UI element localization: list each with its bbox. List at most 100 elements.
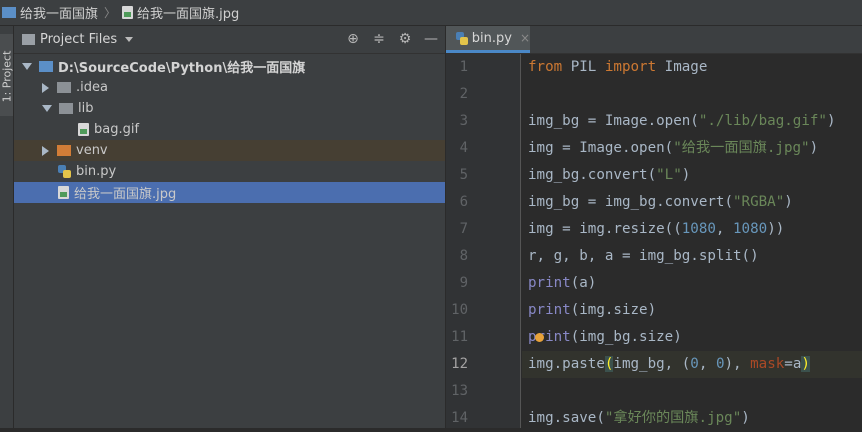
project-files-icon — [22, 34, 35, 45]
tree-row-label: bag.gif — [94, 122, 140, 137]
tree-row[interactable]: venv — [14, 140, 445, 161]
line-number: 13 — [451, 383, 468, 399]
code-token: "./lib/bag.gif" — [698, 113, 827, 129]
line-number: 8 — [459, 248, 468, 264]
minimize-icon[interactable]: — — [423, 31, 439, 47]
line-number: 9 — [459, 275, 468, 291]
line-number-gutter: 1 2 3 4 5 6 7 8 9 10 11 12 13 14 — [446, 54, 521, 428]
code-token: r, g, b, a = img_bg.split() — [528, 248, 759, 264]
tree-row-label: lib — [78, 101, 94, 116]
gear-icon[interactable]: ⚙ — [397, 31, 413, 47]
code-token: ) — [741, 410, 750, 426]
collapse-icon[interactable]: ≑ — [371, 31, 387, 47]
target-icon[interactable]: ⊕ — [345, 31, 361, 47]
code-line[interactable]: img = img.resize((1080, 1080)) — [528, 216, 784, 243]
project-tool-tab[interactable]: 1: Project — [0, 34, 14, 116]
code-line[interactable]: img_bg = img_bg.convert("RGBA") — [528, 189, 793, 216]
line-number: 6 — [459, 194, 468, 210]
chevron-down-icon[interactable] — [42, 105, 52, 112]
chevron-down-icon[interactable] — [22, 63, 32, 70]
code-token: , — [715, 221, 734, 237]
code-line[interactable]: print(a) — [528, 270, 596, 297]
tab-bin-py[interactable]: bin.py × — [446, 26, 530, 53]
chevron-down-icon[interactable] — [125, 37, 134, 42]
code-token: img_bg.convert( — [528, 167, 657, 183]
code-line[interactable]: img = Image.open("给我一面国旗.jpg") — [528, 135, 818, 162]
code-token: ), — [724, 356, 751, 372]
tree-row-label: .idea — [76, 80, 108, 95]
tree-row-label: bin.py — [76, 164, 117, 179]
code-line[interactable]: print(img.size) — [528, 297, 656, 324]
tree-row[interactable]: .idea — [14, 77, 445, 98]
navigation-bar: 给我一面国旗 〉 给我一面国旗.jpg — [0, 0, 862, 26]
image-file-icon — [122, 6, 134, 19]
code-token: "给我一面国旗.jpg" — [673, 140, 810, 156]
tree-row[interactable]: bag.gif — [14, 119, 445, 140]
code-token: 0 — [690, 356, 699, 372]
code-token: print — [528, 302, 571, 318]
tree-row-label: D:\SourceCode\Python\给我一面国旗 — [58, 61, 306, 76]
code-line[interactable]: img.save("拿好你的国旗.jpg") — [528, 405, 750, 428]
tree-row[interactable]: lib — [14, 98, 445, 119]
image-file-icon — [78, 123, 89, 136]
line-number: 10 — [451, 302, 468, 318]
code-token: ) — [826, 113, 836, 129]
breadcrumb-separator: 〉 — [104, 6, 117, 20]
code-area[interactable]: from PIL import Image img_bg = Image.open… — [522, 54, 862, 428]
tool-window-strip: 1: Project — [0, 26, 14, 428]
python-file-icon — [58, 165, 71, 178]
breadcrumb-project-label: 给我一面国旗 — [20, 7, 99, 22]
tree-row[interactable]: 给我一面国旗.jpg — [14, 182, 445, 203]
project-view-selector[interactable]: Project Files — [40, 32, 117, 47]
lightbulb-icon[interactable] — [535, 333, 544, 342]
breadcrumb-file-label: 给我一面国旗.jpg — [137, 7, 240, 22]
code-line[interactable]: img.paste(img_bg, (0, 0), mask=a) — [528, 351, 810, 378]
code-token: 1080 — [681, 221, 716, 237]
project-tree: D:\SourceCode\Python\给我一面国旗 .idea lib bag.g… — [14, 56, 445, 203]
close-icon[interactable]: × — [520, 31, 530, 45]
code-token: "RGBA" — [733, 194, 785, 210]
code-line[interactable]: from PIL import Image — [528, 54, 707, 81]
code-token: "L" — [656, 167, 682, 183]
project-tool-tab-label: 1: Project — [0, 50, 14, 103]
code-token: =a — [784, 356, 802, 372]
tree-row-label: venv — [76, 143, 108, 158]
tab-label: bin.py — [471, 30, 512, 46]
code-line[interactable]: img_bg.convert("L") — [528, 162, 690, 189]
code-token: ) — [784, 194, 793, 210]
project-panel: Project Files ⊕ ≑ ⚙ — D:\SourceCode\Pyth… — [14, 26, 445, 428]
code-token: PIL — [562, 59, 605, 75]
line-number: 3 — [459, 113, 468, 129]
breadcrumb-file[interactable]: 给我一面国旗.jpg — [122, 3, 239, 22]
code-token: "拿好你的国旗.jpg" — [604, 410, 742, 426]
code-token: ) — [809, 140, 819, 156]
code-token: img = img.resize(( — [528, 221, 682, 237]
code-token: ) — [681, 167, 691, 183]
code-token: )) — [767, 221, 785, 237]
code-token: mask — [750, 356, 785, 372]
line-number: 1 — [459, 59, 468, 75]
folder-icon — [59, 103, 73, 114]
code-line[interactable]: r, g, b, a = img_bg.split() — [528, 243, 759, 270]
tree-row-label: 给我一面国旗.jpg — [74, 187, 177, 202]
image-file-icon — [58, 186, 69, 199]
tree-row[interactable]: D:\SourceCode\Python\给我一面国旗 — [14, 56, 445, 77]
chevron-right-icon[interactable] — [42, 145, 49, 156]
code-line[interactable]: print(img_bg.size) — [528, 324, 682, 351]
panel-toolbar: ⊕ ≑ ⚙ — — [345, 31, 439, 47]
code-token: img_bg = img_bg.convert( — [528, 194, 733, 210]
line-number: 4 — [459, 140, 468, 156]
code-editor: bin.py × 1 2 3 4 5 6 7 8 9 10 11 12 13 14 from PIL im… — [446, 26, 862, 428]
code-token: , — [698, 356, 716, 372]
code-line[interactable]: img_bg = Image.open("./lib/bag.gif") — [528, 108, 836, 135]
code-token: (img.size) — [570, 302, 657, 318]
tree-row[interactable]: bin.py — [14, 161, 445, 182]
code-token: import — [604, 59, 657, 75]
line-number: 7 — [459, 221, 468, 237]
line-number: 2 — [459, 86, 468, 102]
code-token: ) — [801, 356, 810, 372]
line-number: 12 — [451, 356, 468, 372]
chevron-right-icon[interactable] — [42, 82, 49, 93]
code-token: img = Image.open( — [528, 140, 674, 156]
breadcrumb-project[interactable]: 给我一面国旗 — [2, 3, 98, 22]
